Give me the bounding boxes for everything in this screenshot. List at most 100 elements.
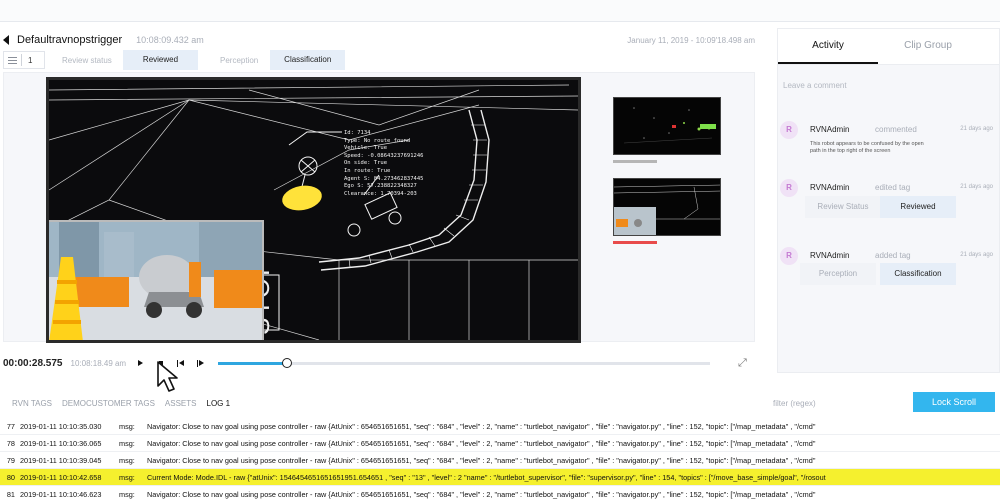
activity-user: RVNAdmin — [810, 183, 850, 192]
avatar: R — [780, 247, 798, 265]
activity-tag-value[interactable]: Classification — [880, 263, 956, 285]
activity-tag-name: Perception — [800, 263, 876, 285]
tab-log-1[interactable]: LOG 1 — [207, 399, 231, 408]
list-icon — [8, 56, 17, 64]
sensor-thumbnail-1[interactable] — [613, 97, 721, 155]
log-timestamp: 2019-01-11 10:10:36.065 — [20, 439, 102, 448]
info-line: Vehicle: True — [344, 145, 388, 152]
thumbnail-indicator-active — [613, 241, 657, 244]
activity-verb: commented — [875, 125, 917, 134]
activity-verb: edited tag — [875, 183, 911, 192]
playback-clock: 10:08:18.49 am — [70, 358, 127, 368]
review-status-label: Review status — [62, 55, 112, 65]
list-count: 1 — [28, 55, 33, 65]
classification-chip[interactable]: Classification — [270, 50, 346, 70]
log-row[interactable]: 77 2019-01-11 10:10:35.030 msg: Navigator: … — [0, 418, 1000, 435]
activity-user: RVNAdmin — [810, 251, 850, 260]
info-line: Speed: -0.08643237691246 — [344, 152, 424, 159]
lock-scroll-button[interactable]: Lock Scroll — [913, 392, 995, 412]
log-line-number: 80 — [6, 473, 15, 482]
scenario-title: Defaultravnopstrigger — [17, 34, 123, 46]
log-message: Navigator: Close to nav goal using pose … — [147, 439, 816, 448]
info-line: Type: No route found — [344, 137, 411, 144]
divider — [21, 54, 22, 66]
camera-image — [49, 222, 262, 340]
log-timestamp: 2019-01-11 10:10:35.030 — [20, 422, 102, 431]
avatar: R — [780, 179, 798, 197]
log-filter-input[interactable]: filter (regex) — [773, 399, 816, 408]
thumbnail-indicator — [613, 160, 657, 163]
log-timestamp: 2019-01-11 10:10:42.658 — [20, 473, 102, 482]
scenario-header: Defaultravnopstrigger 10:08:09.432 am Ja… — [0, 30, 770, 50]
perception-label: Perception — [220, 55, 259, 65]
tab-activity[interactable]: Activity — [778, 29, 878, 64]
object-info-overlay: Id: 7134 Type: No route found Vehicle: T… — [344, 130, 423, 198]
playback-time: 00:00:28.575 — [3, 357, 63, 369]
activity-time: 21 days ago — [960, 126, 993, 132]
activity-verb: added tag — [875, 251, 911, 260]
activity-user: RVNAdmin — [810, 125, 850, 134]
log-timestamp: 2019-01-11 10:10:46.623 — [20, 490, 102, 499]
pointcloud-thumbnail — [614, 98, 720, 154]
timeline-progress — [218, 362, 287, 365]
review-status-chip[interactable]: Reviewed — [123, 50, 198, 70]
log-kind: msg: — [119, 456, 135, 465]
activity-tag-name: Review Status — [805, 196, 881, 218]
log-kind: msg: — [119, 439, 135, 448]
activity-time: 21 days ago — [960, 252, 993, 258]
log-row[interactable]: 79 2019-01-11 10:10:39.045 msg: Navigator: … — [0, 452, 1000, 469]
log-row[interactable]: 81 2019-01-11 10:10:46.623 msg: Navigator: … — [0, 486, 1000, 500]
timeline-handle[interactable] — [281, 358, 292, 368]
log-kind: msg: — [119, 473, 135, 482]
top-bar — [0, 0, 1000, 22]
activity-time: 21 days ago — [960, 184, 993, 190]
log-line-number: 81 — [6, 490, 15, 499]
info-line: Agent S: 84.273462837445 — [344, 175, 424, 182]
log-kind: msg: — [119, 490, 135, 499]
camera-inset[interactable] — [49, 220, 264, 340]
log-message: Navigator: Close to nav goal using pose … — [147, 422, 816, 431]
log-list: 77 2019-01-11 10:10:35.030 msg: Navigator: … — [0, 418, 1000, 500]
scenario-time: 10:08:09.432 am — [136, 35, 204, 45]
play-button[interactable] — [136, 358, 146, 368]
tab-rvn-tags[interactable]: RVN TAGS — [12, 399, 52, 408]
play-icon — [138, 360, 144, 366]
log-line-number: 79 — [6, 456, 15, 465]
back-icon[interactable] — [3, 35, 9, 45]
playback-bar: 00:00:28.575 10:08:18.49 am ⤢ — [0, 350, 770, 376]
activity-tag-value[interactable]: Reviewed — [880, 196, 956, 218]
info-line: Ego S: 57.238822348327 — [344, 183, 417, 190]
log-tabs: RVN TAGS DEMOCUSTOMER TAGS ASSETS LOG 1 … — [0, 392, 1000, 414]
tab-democustomer-tags[interactable]: DEMOCUSTOMER TAGS — [62, 399, 155, 408]
info-line: On side: True — [344, 160, 388, 167]
log-line-number: 77 — [6, 422, 15, 431]
comment-input[interactable]: Leave a comment — [783, 81, 999, 90]
avatar: R — [780, 121, 798, 139]
info-line: Id: 7134 — [344, 130, 371, 136]
log-message: Current Mode: Mode.IDL - raw {"atUnix": … — [147, 473, 826, 482]
log-row[interactable]: 78 2019-01-11 10:10:36.065 msg: Navigator: … — [0, 435, 1000, 452]
log-line-number: 78 — [6, 439, 15, 448]
tab-clip-group[interactable]: Clip Group — [878, 29, 978, 64]
timeline-slider[interactable] — [218, 358, 710, 368]
info-line: In route: True — [344, 167, 391, 174]
log-row-highlighted[interactable]: 80 2019-01-11 10:10:42.658 msg: Current Mod… — [0, 469, 1000, 486]
cursor-icon — [157, 361, 178, 392]
activity-sidebar: Activity Clip Group Leave a comment R RV… — [777, 28, 1000, 373]
sidebar-tabs: Activity Clip Group — [778, 29, 999, 65]
sensor-thumbnail-2[interactable] — [613, 178, 721, 236]
activity-comment: This robot appears to be confused by the… — [810, 141, 924, 154]
scene-view[interactable]: STOP Id: 7134 Type: No route found Vehic… — [46, 77, 581, 343]
date-range: January 11, 2019 - 10:09'18.498 am — [627, 35, 755, 45]
tab-assets[interactable]: ASSETS — [165, 399, 197, 408]
log-message: Navigator: Close to nav goal using pose … — [147, 490, 816, 499]
log-message: Navigator: Close to nav goal using pose … — [147, 456, 816, 465]
scene-thumbnail — [614, 179, 720, 235]
step-forward-button[interactable] — [196, 358, 206, 368]
expand-icon[interactable]: ⤢ — [738, 357, 750, 369]
log-kind: msg: — [119, 422, 135, 431]
info-line: Clearance: 1.70394-203 — [344, 190, 417, 197]
log-timestamp: 2019-01-11 10:10:39.045 — [20, 456, 102, 465]
tag-toolbar: 1 Review status Reviewed Perception Clas… — [3, 50, 773, 70]
list-toggle-button[interactable]: 1 — [3, 51, 45, 69]
